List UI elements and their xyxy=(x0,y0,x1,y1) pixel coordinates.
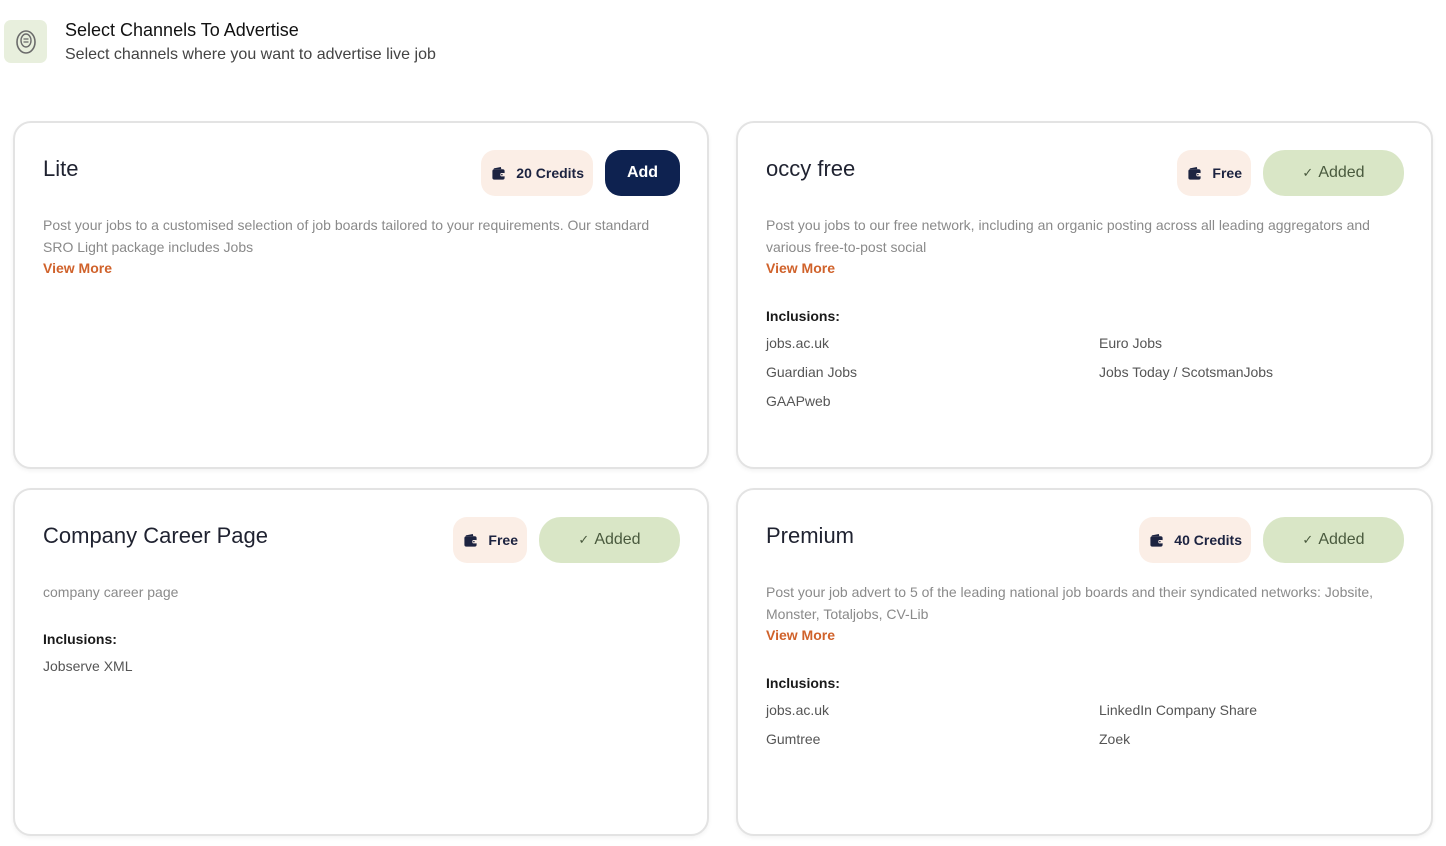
credits-badge: 20 Credits xyxy=(481,150,593,196)
added-label: Added xyxy=(1318,164,1365,181)
added-label: Added xyxy=(594,531,641,548)
inclusion-item: Jobs Today / ScotsmanJobs xyxy=(1099,364,1274,380)
view-more-link[interactable]: View More xyxy=(43,260,112,276)
check-icon: ✓ xyxy=(1302,165,1314,180)
inclusion-item: GAAPweb xyxy=(766,393,831,409)
channel-description: Post you jobs to our free network, inclu… xyxy=(766,217,1370,255)
page-title: Select Channels To Advertise xyxy=(65,20,299,40)
added-button[interactable]: ✓ Added xyxy=(1263,517,1404,563)
credits-label: 40 Credits xyxy=(1174,532,1242,548)
channel-description: company career page xyxy=(43,584,179,600)
inclusion-item: jobs.ac.uk xyxy=(766,335,830,351)
added-button[interactable]: ✓ Added xyxy=(539,517,680,563)
inclusions-title: Inclusions: xyxy=(766,308,840,324)
inclusion-item: LinkedIn Company Share xyxy=(1099,702,1257,718)
wallet-icon xyxy=(491,166,506,181)
added-button[interactable]: ✓ Added xyxy=(1263,150,1404,196)
check-icon: ✓ xyxy=(578,532,590,547)
channel-card-occy-free: occy free Free ✓ Added Post you jobs to … xyxy=(736,121,1433,469)
add-button[interactable]: Add xyxy=(605,150,680,196)
inclusions-title: Inclusions: xyxy=(43,631,117,647)
inclusion-item: Jobserve XML xyxy=(43,658,133,674)
page-header: Select Channels To Advertise Select chan… xyxy=(4,20,436,65)
inclusions-list: jobs.ac.uk LinkedIn Company Share Gumtre… xyxy=(766,700,1406,749)
credits-badge: Free xyxy=(1177,150,1251,196)
inclusions-title: Inclusions: xyxy=(766,675,840,691)
channel-card-premium: Premium 40 Credits ✓ Added Post your job… xyxy=(736,488,1433,836)
wallet-icon xyxy=(1187,166,1202,181)
inclusion-item: Zoek xyxy=(1099,731,1131,747)
inclusion-item: Euro Jobs xyxy=(1099,335,1163,351)
credits-badge: Free xyxy=(453,517,527,563)
coin-icon xyxy=(4,20,47,63)
wallet-icon xyxy=(1149,533,1164,548)
view-more-link[interactable]: View More xyxy=(766,627,835,643)
inclusions-list: jobs.ac.uk Euro Jobs Guardian Jobs Jobs … xyxy=(766,333,1406,411)
inclusion-item: jobs.ac.uk xyxy=(766,702,830,718)
credits-label: Free xyxy=(488,532,518,548)
wallet-icon xyxy=(463,533,478,548)
page-subtitle: Select channels where you want to advert… xyxy=(65,46,436,63)
inclusion-item: Guardian Jobs xyxy=(766,364,858,380)
check-icon: ✓ xyxy=(1302,532,1314,547)
channel-title: Lite xyxy=(43,156,79,181)
added-label: Added xyxy=(1318,531,1365,548)
view-more-link[interactable]: View More xyxy=(766,260,835,276)
inclusions-list: Jobserve XML xyxy=(43,656,683,676)
channel-description: Post your jobs to a customised selection… xyxy=(43,217,650,255)
credits-label: 20 Credits xyxy=(516,165,584,181)
credits-label: Free xyxy=(1212,165,1242,181)
channel-card-lite: Lite 20 Credits Add Post your jobs to a … xyxy=(13,121,709,469)
channel-title: occy free xyxy=(766,156,856,181)
channel-title: Company Career Page xyxy=(43,523,269,548)
channel-description: Post your job advert to 5 of the leading… xyxy=(766,584,1374,622)
inclusion-item: Gumtree xyxy=(766,731,821,747)
channel-card-company-career-page: Company Career Page Free ✓ Added company… xyxy=(13,488,709,836)
channel-title: Premium xyxy=(766,523,855,548)
credits-badge: 40 Credits xyxy=(1139,517,1251,563)
